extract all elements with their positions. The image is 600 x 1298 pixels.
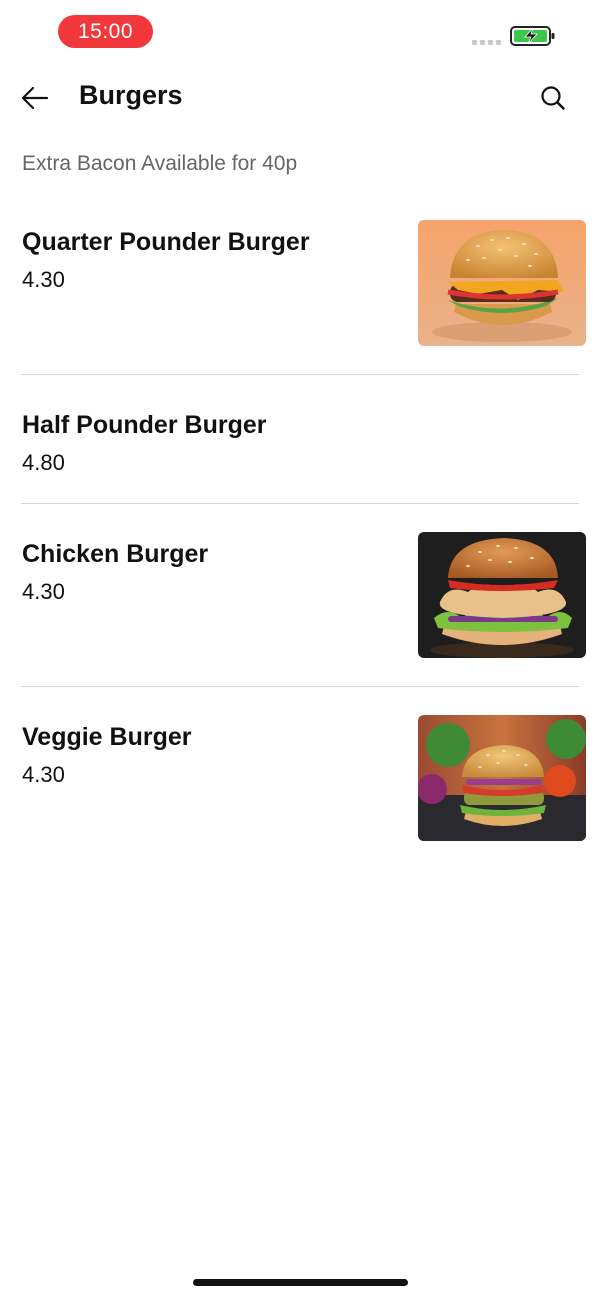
app-header: Burgers	[0, 64, 600, 132]
search-icon	[541, 86, 565, 110]
status-bar: 15:00	[0, 0, 600, 64]
item-price: 4.30	[22, 762, 65, 787]
item-price: 4.80	[22, 450, 65, 475]
status-time: 15:00	[58, 15, 153, 48]
item-name: Half Pounder Burger	[22, 411, 267, 439]
back-button[interactable]	[18, 81, 52, 115]
home-indicator[interactable]	[193, 1279, 408, 1286]
item-name: Chicken Burger	[22, 540, 209, 568]
menu-item-veggie-burger[interactable]: Veggie Burger 4.30	[0, 686, 600, 846]
cheeseburger-image	[418, 220, 586, 346]
item-price: 4.30	[22, 267, 65, 292]
signal-dots-icon	[472, 40, 501, 45]
arrow-left-icon	[21, 86, 49, 110]
page-title: Burgers	[79, 80, 183, 110]
veggie-burger-image	[418, 715, 586, 841]
category-note: Extra Bacon Available for 40p	[22, 152, 298, 175]
menu-item-list: Quarter Pounder Burger 4.30 Half Pounder…	[0, 190, 600, 846]
menu-item-chicken-burger[interactable]: Chicken Burger 4.30	[0, 503, 600, 687]
menu-item-half-pounder[interactable]: Half Pounder Burger 4.80	[0, 374, 600, 504]
item-price: 4.30	[22, 579, 65, 604]
item-name: Veggie Burger	[22, 723, 192, 751]
item-name: Quarter Pounder Burger	[22, 228, 310, 256]
menu-item-quarter-pounder[interactable]: Quarter Pounder Burger 4.30	[0, 190, 600, 375]
chicken-burger-image	[418, 532, 586, 658]
search-button[interactable]	[536, 81, 570, 115]
battery-charging-icon	[510, 26, 555, 46]
